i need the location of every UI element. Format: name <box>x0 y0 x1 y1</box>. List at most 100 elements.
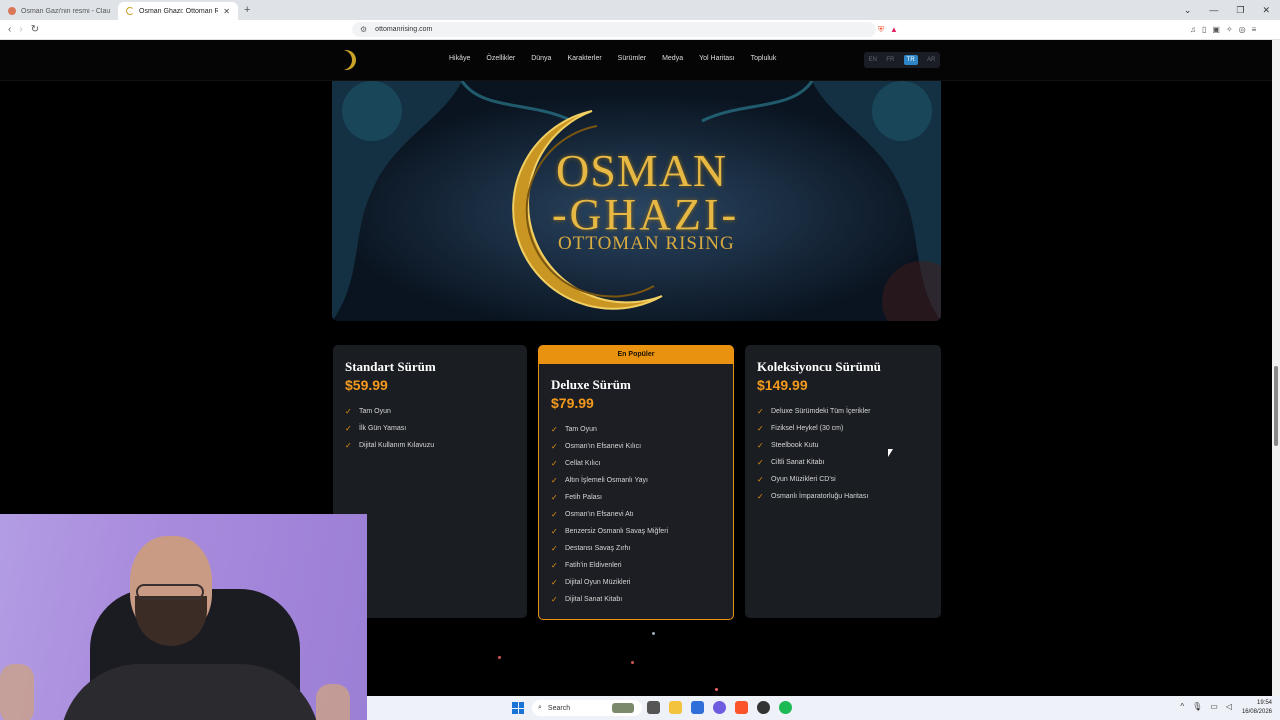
wallet-icon[interactable]: ▣ <box>1212 25 1220 34</box>
microphone-icon[interactable]: 🎙︎ <box>1192 702 1202 711</box>
minimize-icon[interactable]: — <box>1209 5 1218 15</box>
new-tab-icon[interactable]: + <box>244 4 250 16</box>
check-icon: ✓ <box>551 459 558 468</box>
back-icon[interactable]: ‹ <box>8 24 11 35</box>
media-icon[interactable]: ♫ <box>1190 25 1196 34</box>
lang-en[interactable]: EN <box>869 57 877 63</box>
restore-icon[interactable]: ❐ <box>1236 5 1244 16</box>
extensions-icon[interactable]: ✧ <box>1226 25 1233 34</box>
scrollbar-thumb[interactable] <box>1274 366 1278 446</box>
menu-icon[interactable]: ≡ <box>1252 25 1257 34</box>
nav-link-roadmap[interactable]: Yol Haritası <box>699 55 735 62</box>
lang-tr[interactable]: TR <box>903 55 918 65</box>
check-icon: ✓ <box>551 510 558 519</box>
tab-label: Osman Gazi'nin resmi - Claude <box>21 7 110 15</box>
feature-text: Osman'ın Efsanevi Kılıcı <box>565 443 642 450</box>
clock-time: 19:54 <box>1256 700 1272 706</box>
clock-date: 16/08/2026 <box>1241 709 1272 715</box>
list-item: ✓ Benzersiz Osmanlı Savaş Miğferi <box>551 523 668 540</box>
nav-link-editions[interactable]: Sürümler <box>618 55 646 62</box>
list-item: ✓ Osmanlı İmparatorluğu Haritası <box>757 488 870 505</box>
rewards-icon[interactable]: ▲ <box>890 25 898 34</box>
tab-list-icon[interactable]: ⌄ <box>1184 5 1192 16</box>
volume-icon[interactable]: ◁ <box>1226 702 1232 711</box>
edition-name: Standart Sürüm <box>345 359 436 374</box>
page-scrollbar[interactable] <box>1272 40 1280 696</box>
forward-icon[interactable]: › <box>19 24 22 35</box>
list-item: ✓ Osman'ın Efsanevi Atı <box>551 506 668 523</box>
check-icon: ✓ <box>551 595 558 604</box>
hero-subtitle: OTTOMAN RISING <box>558 233 735 254</box>
feature-text: İlk Gün Yaması <box>359 425 407 432</box>
network-icon[interactable]: ▭ <box>1210 702 1218 711</box>
windows-taskbar: ⌕ Search ^ 🎙︎ ▭ ◁ 19:54 16/08/2026 <box>367 696 1280 720</box>
feature-text: Osman'ın Efsanevi Atı <box>565 511 634 518</box>
feature-text: Benzersiz Osmanlı Savaş Miğferi <box>565 528 669 535</box>
file-explorer-icon[interactable] <box>669 701 682 714</box>
feature-text: Osmanlı İmparatorluğu Haritası <box>771 493 869 500</box>
window-controls: ⌄ — ❐ ✕ <box>1184 0 1280 20</box>
app-icon[interactable] <box>691 701 704 714</box>
feature-text: Oyun Müzikleri CD'si <box>771 476 836 483</box>
nav-link-media[interactable]: Medya <box>662 55 683 62</box>
feature-text: Deluxe Sürümdeki Tüm İçerikler <box>771 408 871 415</box>
windows-start-icon[interactable] <box>512 702 524 714</box>
language-switcher: EN FR TR AR <box>864 52 940 68</box>
crescent-logo-icon[interactable] <box>336 50 356 70</box>
feature-text: Dijital Sanat Kitabı <box>565 596 623 603</box>
check-icon: ✓ <box>757 424 764 433</box>
lang-fr[interactable]: FR <box>886 57 894 63</box>
check-icon: ✓ <box>551 425 558 434</box>
brave-shield-icon[interactable]: ⛨ <box>878 25 884 35</box>
edition-card-collector[interactable]: Koleksiyoncu Sürümü $149.99 ✓ Deluxe Sürü… <box>745 345 941 618</box>
glasses <box>136 584 204 600</box>
close-tab-icon[interactable]: ✕ <box>223 7 230 16</box>
feature-text: Fetih Palası <box>565 494 602 501</box>
check-icon: ✓ <box>551 442 558 451</box>
address-bar[interactable]: ⚙︎ ottomanrising.com <box>352 22 876 37</box>
check-icon: ✓ <box>757 407 764 416</box>
list-item: ✓ Fiziksel Heykel (30 cm) <box>757 420 870 437</box>
check-icon: ✓ <box>345 407 352 416</box>
list-item: ✓ Altın İşlemeli Osmanlı Yayı <box>551 472 668 489</box>
taskbar-search[interactable]: ⌕ Search <box>532 700 642 716</box>
check-icon: ✓ <box>551 544 558 553</box>
brave-icon[interactable] <box>735 701 748 714</box>
search-highlight-icon <box>612 703 634 713</box>
spotify-icon[interactable] <box>779 701 792 714</box>
clock[interactable]: 19:54 16/08/2026 <box>1242 699 1272 717</box>
nav-link-world[interactable]: Dünya <box>531 55 551 62</box>
nav-link-characters[interactable]: Karakterler <box>567 55 601 62</box>
nav-link-features[interactable]: Özellikler <box>486 55 515 62</box>
check-icon: ✓ <box>551 493 558 502</box>
edition-name: Koleksiyoncu Sürümü <box>757 359 881 374</box>
discord-icon[interactable] <box>713 701 726 714</box>
task-view-icon[interactable] <box>647 701 660 714</box>
browser-tab-bar: Osman Gazi'nin resmi - Claude Osman Ghaz… <box>0 0 1280 20</box>
chevron-up-icon[interactable]: ^ <box>1180 702 1184 711</box>
close-window-icon[interactable]: ✕ <box>1262 5 1270 16</box>
feature-text: Dijital Kullanım Kılavuzu <box>359 442 435 449</box>
sidebar-icon[interactable]: ▯ <box>1202 25 1206 34</box>
reload-icon[interactable]: ↻ <box>31 24 39 35</box>
feature-list: ✓ Tam Oyun ✓ İlk Gün Yaması ✓ Dijital Kulla… <box>345 403 434 454</box>
tab-claude[interactable]: Osman Gazi'nin resmi - Claude <box>0 2 118 20</box>
nav-link-community[interactable]: Topluluk <box>751 55 777 62</box>
toolbar-icons: ♫ ▯ ▣ ✧ ◎ ≡ <box>1190 25 1256 34</box>
shield-icons: ⛨ ▲ <box>878 25 898 35</box>
feature-list: ✓ Deluxe Sürümdeki Tüm İçerikler ✓ Fizikse… <box>757 403 870 505</box>
check-icon: ✓ <box>757 458 764 467</box>
vpn-icon[interactable]: ◎ <box>1239 25 1246 34</box>
lang-ar[interactable]: AR <box>927 57 935 63</box>
nav-link-story[interactable]: Hikâye <box>449 55 470 62</box>
check-icon: ✓ <box>345 441 352 450</box>
tab-ottoman-rising[interactable]: Osman Ghazi: Ottoman Rising - ✕ <box>118 2 238 20</box>
sparkle-particle <box>652 632 655 635</box>
hero-banner: OSMAN -GHAZI- OTTOMAN RISING <box>332 81 941 321</box>
feature-text: Tam Oyun <box>565 426 597 433</box>
github-icon[interactable] <box>757 701 770 714</box>
edition-card-deluxe[interactable]: En Popüler Deluxe Sürüm $79.99 ✓ Tam Oyun… <box>538 345 734 620</box>
site-info-icon[interactable]: ⚙︎ <box>360 25 367 34</box>
hand-left <box>0 664 34 720</box>
url-text: ottomanrising.com <box>375 26 433 33</box>
